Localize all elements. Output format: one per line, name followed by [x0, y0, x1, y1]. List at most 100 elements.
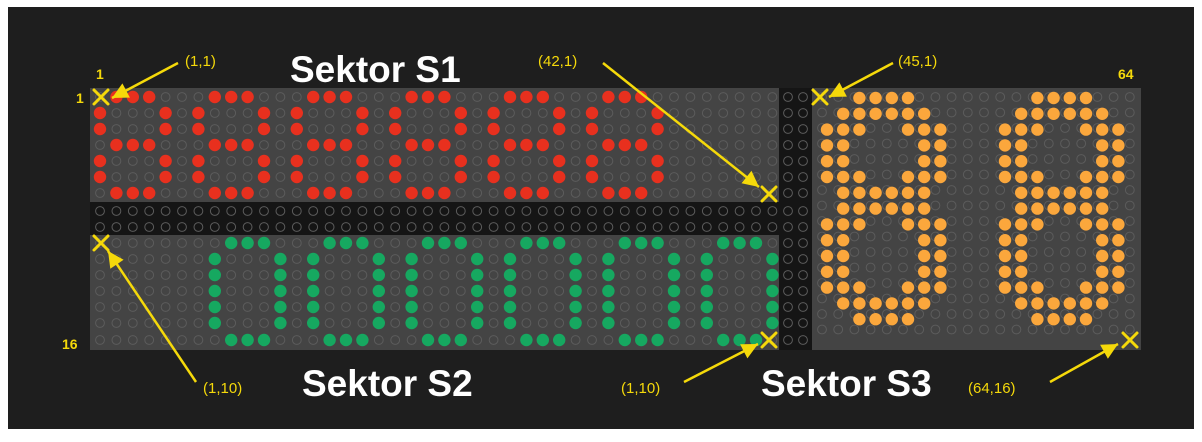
- led-lit: [934, 281, 947, 294]
- led-lit: [602, 316, 615, 330]
- led-lit: [438, 90, 451, 104]
- led-lit: [323, 333, 336, 347]
- led-lit: [323, 186, 336, 200]
- led-lit: [635, 236, 648, 250]
- led-lit: [1031, 186, 1044, 199]
- axis-label-col-start: 1: [96, 66, 104, 82]
- led-lit: [1031, 123, 1044, 136]
- led-lit: [290, 122, 303, 136]
- led-lit: [487, 170, 500, 184]
- s2-start-label: (1,10): [203, 380, 242, 397]
- led-lit: [853, 313, 866, 326]
- led-lit: [918, 234, 931, 247]
- led-lit: [700, 300, 713, 314]
- led-lit: [934, 123, 947, 136]
- led-lit: [602, 138, 615, 152]
- led-lit: [853, 107, 866, 121]
- led-lit: [274, 252, 287, 266]
- led-lit: [585, 106, 599, 120]
- led-lit: [192, 122, 205, 136]
- led-lit: [339, 138, 353, 152]
- led-lit: [503, 300, 517, 314]
- led-lit: [339, 186, 353, 200]
- led-lit: [257, 106, 271, 120]
- led-lit: [602, 300, 615, 314]
- led-lit: [749, 236, 763, 250]
- led-lit: [241, 138, 254, 152]
- led-lit: [454, 170, 467, 184]
- led-lit: [143, 90, 156, 104]
- led-lit: [159, 170, 172, 184]
- sector-s1-title: Sektor S1: [290, 49, 461, 90]
- led-lit: [934, 249, 947, 263]
- led-lit: [421, 138, 435, 152]
- led-lit: [241, 236, 254, 250]
- led-lit: [901, 123, 915, 136]
- led-lit: [307, 252, 320, 266]
- led-lit: [918, 249, 931, 263]
- led-lit: [126, 138, 139, 152]
- led-lit: [700, 316, 713, 330]
- led-lit: [667, 252, 681, 266]
- led-lit: [126, 186, 139, 200]
- led-lit: [885, 202, 898, 215]
- led-lit: [837, 186, 850, 199]
- led-lit: [918, 170, 931, 184]
- led-lit: [901, 281, 915, 294]
- led-lit: [585, 154, 599, 168]
- led-lit: [1015, 107, 1028, 121]
- led-lit: [1079, 281, 1093, 294]
- led-lit: [602, 284, 615, 298]
- led-lit: [1063, 107, 1077, 121]
- led-lit: [934, 265, 947, 278]
- led-lit: [536, 90, 549, 104]
- led-lit: [1015, 234, 1028, 247]
- led-lit: [405, 186, 418, 200]
- led-lit: [651, 236, 664, 250]
- led-lit: [918, 218, 931, 231]
- led-lit: [667, 300, 681, 314]
- led-lit: [454, 122, 467, 136]
- led-lit: [520, 236, 533, 250]
- led-lit: [717, 236, 730, 250]
- led-lit: [569, 268, 582, 282]
- led-lit: [1079, 297, 1093, 310]
- led-lit: [885, 107, 898, 121]
- led-lit: [93, 106, 107, 120]
- led-lit: [471, 252, 484, 266]
- led-lit: [602, 268, 615, 282]
- led-lit: [1031, 107, 1044, 121]
- led-lit: [998, 170, 1012, 184]
- led-lit: [569, 300, 582, 314]
- sector-s3-title: Sektor S3: [761, 363, 932, 404]
- led-lit: [1015, 265, 1028, 278]
- led-lit: [1015, 202, 1028, 215]
- led-lit: [1015, 155, 1028, 168]
- led-lit: [356, 333, 369, 347]
- led-lit: [1096, 249, 1109, 263]
- led-lit: [553, 236, 566, 250]
- axis-label-row-end: 16: [62, 336, 78, 352]
- led-lit: [1047, 313, 1060, 326]
- led-lit: [998, 218, 1012, 231]
- led-lit: [1031, 313, 1044, 326]
- led-lit: [1096, 170, 1109, 184]
- led-lit: [454, 154, 467, 168]
- led-lit: [853, 202, 866, 215]
- led-lit: [421, 236, 435, 250]
- led-lit: [1063, 186, 1077, 199]
- led-lit: [208, 300, 221, 314]
- led-lit: [438, 186, 451, 200]
- led-lit: [635, 186, 648, 200]
- led-lit: [503, 252, 517, 266]
- led-lit: [1112, 218, 1125, 231]
- led-lit: [471, 300, 484, 314]
- led-lit: [998, 234, 1012, 247]
- led-lit: [553, 122, 566, 136]
- led-lit: [1112, 155, 1125, 168]
- led-lit: [405, 252, 418, 266]
- led-lit: [372, 284, 385, 298]
- led-lit: [274, 316, 287, 330]
- led-lit: [372, 252, 385, 266]
- led-lit: [934, 155, 947, 168]
